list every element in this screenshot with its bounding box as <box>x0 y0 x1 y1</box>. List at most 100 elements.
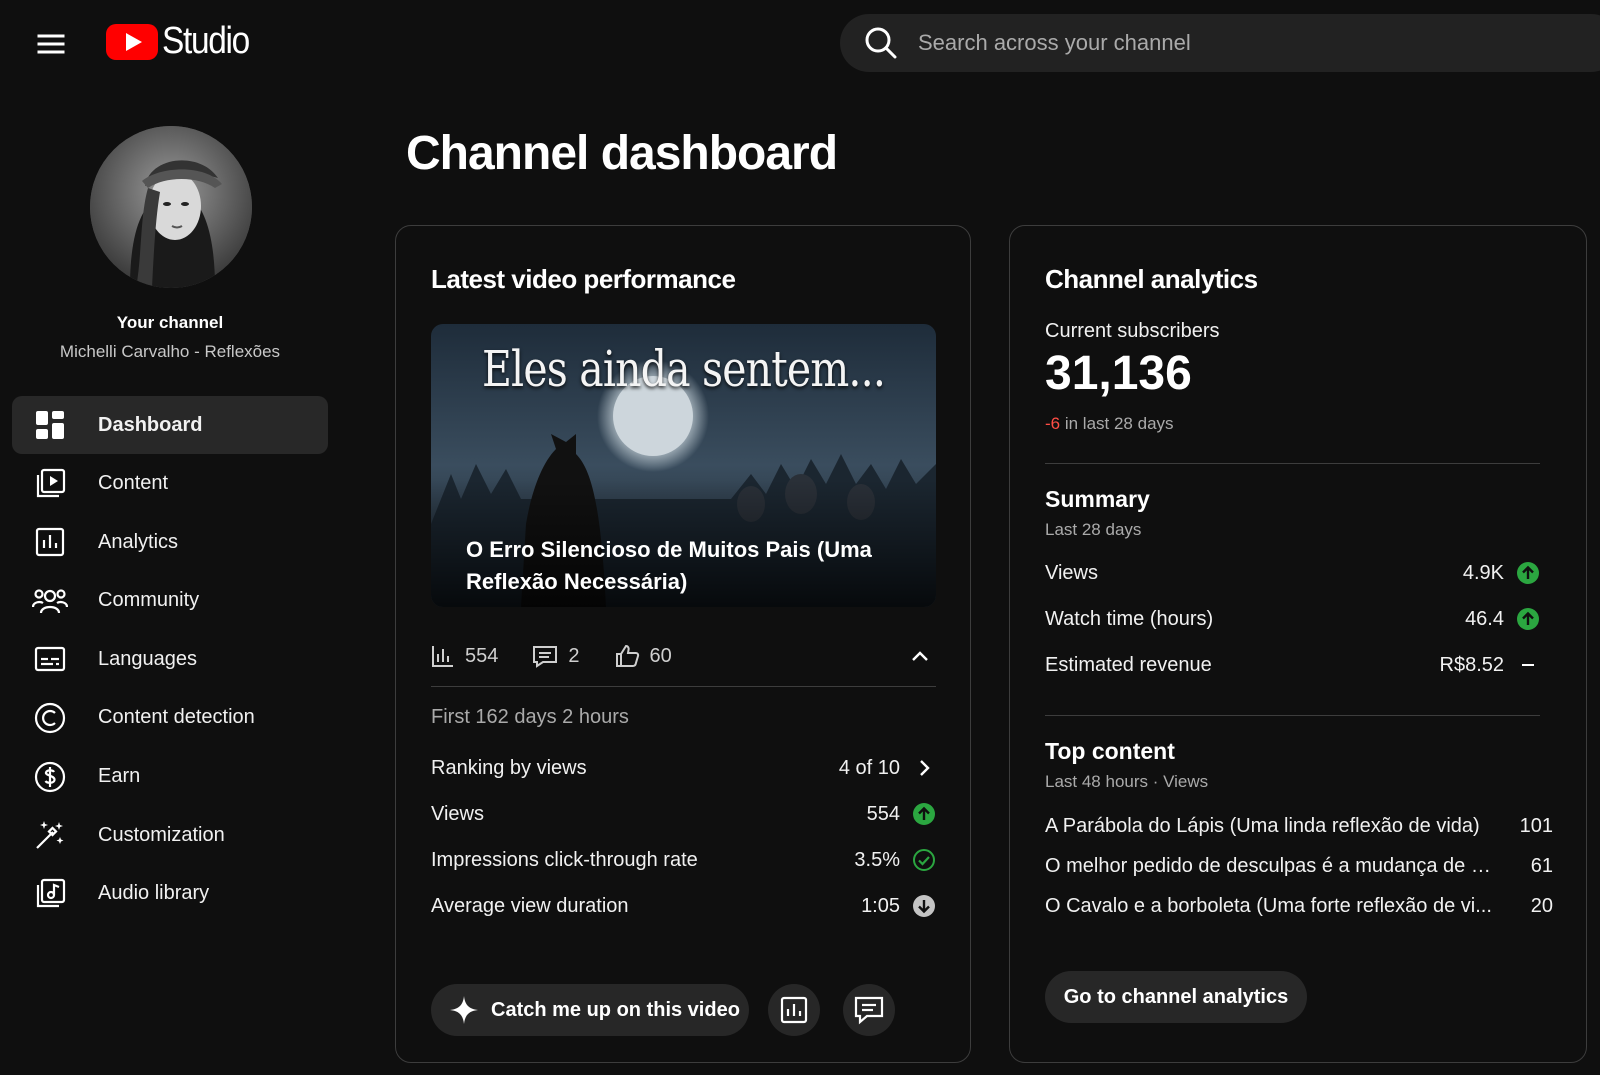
search-bar[interactable] <box>840 14 1600 72</box>
views-count: 554 <box>465 644 499 667</box>
summary-label: Views <box>1045 561 1098 584</box>
sidebar-item-languages[interactable]: Languages <box>12 630 328 688</box>
top-content-title-text: A Parábola do Lápis (Uma linda reflexão … <box>1045 814 1480 837</box>
video-comments-button[interactable] <box>843 984 895 1036</box>
summary-value: 4.9K <box>1462 561 1504 584</box>
sidebar-item-analytics[interactable]: Analytics <box>12 513 328 571</box>
card-title: Latest video performance <box>431 264 736 294</box>
thumbnail-text: Eles ainda sentem... <box>481 340 886 398</box>
go-to-channel-analytics-button[interactable]: Go to channel analytics <box>1045 971 1307 1023</box>
youtube-logo-icon <box>106 23 158 60</box>
comments-count: 2 <box>568 644 580 667</box>
metric-label: Ranking by views <box>431 756 587 779</box>
sidebar-nav: Dashboard Content Analytics Community La… <box>12 396 328 923</box>
metric-value: 3.5% <box>854 848 900 871</box>
arrow-down-gray-icon <box>912 894 936 918</box>
top-content-item[interactable]: O Cavalo e a borboleta (Uma forte reflex… <box>1045 891 1553 921</box>
search-icon <box>865 27 897 59</box>
sidebar-item-label: Content <box>98 472 169 495</box>
content-icon <box>30 464 70 504</box>
summary-watch-time: Watch time (hours) 46.4 <box>1045 604 1540 634</box>
go-button-label: Go to channel analytics <box>1063 985 1289 1008</box>
subscribers-change: -6 in last 28 days <box>1045 414 1174 434</box>
summary-label: Estimated revenue <box>1045 653 1212 676</box>
top-content-title-text: O melhor pedido de desculpas é a mudança… <box>1045 854 1495 877</box>
channel-name: Michelli Carvalho - Reflexões <box>59 342 281 361</box>
chevron-up-icon[interactable] <box>904 640 936 672</box>
arrow-up-green-icon <box>1516 607 1540 631</box>
analytics-icon <box>30 522 70 562</box>
top-content-item[interactable]: A Parábola do Lápis (Uma linda reflexão … <box>1045 811 1553 841</box>
sidebar-item-community[interactable]: Community <box>12 572 328 630</box>
sidebar-item-label: Customization <box>98 823 225 846</box>
sidebar-item-label: Content detection <box>98 706 255 729</box>
divider <box>431 686 936 687</box>
sidebar-item-label: Analytics <box>98 530 179 553</box>
sidebar-item-label: Dashboard <box>98 413 203 436</box>
top-content-title: Top content <box>1045 738 1175 764</box>
menu-icon[interactable] <box>30 24 70 64</box>
languages-icon <box>30 639 70 679</box>
views-stat[interactable]: 554 <box>431 644 498 668</box>
top-content-title-text: O Cavalo e a borboleta (Uma forte reflex… <box>1045 894 1492 917</box>
copyright-icon <box>30 698 70 738</box>
video-thumbnail[interactable]: Eles ainda sentem... O Erro Silencioso d… <box>431 324 936 607</box>
chevron-right-icon <box>912 756 936 780</box>
sidebar-item-label: Earn <box>98 765 141 788</box>
summary-value: R$8.52 <box>1439 653 1505 676</box>
sidebar-item-content[interactable]: Content <box>12 455 328 513</box>
top-content-period: Last 48 hours · Views <box>1045 772 1209 791</box>
top-content-item[interactable]: O melhor pedido de desculpas é a mudança… <box>1045 851 1553 881</box>
video-title: O Erro Silencioso de Muitos Pais (Uma Re… <box>466 537 872 594</box>
metric-label: Impressions click-through rate <box>431 848 698 871</box>
studio-logo[interactable]: Studio <box>106 20 261 63</box>
audio-library-icon <box>30 874 70 914</box>
summary-revenue: Estimated revenue R$8.52 <box>1045 650 1540 680</box>
metric-label: Views <box>431 802 484 825</box>
top-content-views: 101 <box>1519 814 1553 837</box>
comments-stat[interactable]: 2 <box>532 644 580 668</box>
video-analytics-button[interactable] <box>768 984 820 1036</box>
latest-video-card: Latest video performance Eles ainda sent… <box>395 225 971 1063</box>
likes-count: 60 <box>649 644 672 667</box>
summary-value: 46.4 <box>1465 607 1504 630</box>
sidebar-item-dashboard[interactable]: Dashboard <box>12 396 328 454</box>
dashboard-icon <box>30 405 70 445</box>
channel-title: Your channel <box>116 313 224 332</box>
summary-period: Last 28 days <box>1045 520 1142 539</box>
top-content-views: 61 <box>1530 854 1553 877</box>
top-content-views: 20 <box>1530 894 1553 917</box>
page-title: Channel dashboard <box>406 127 838 180</box>
metric-label: Average view duration <box>431 894 629 917</box>
metric-views: Views 554 <box>431 799 936 829</box>
avatar[interactable] <box>90 126 252 288</box>
metric-value: 1:05 <box>861 894 900 917</box>
arrow-up-green-icon <box>912 802 936 826</box>
comment-icon <box>533 646 558 668</box>
search-input[interactable] <box>916 29 1520 57</box>
thumbs-up-icon <box>615 644 639 667</box>
likes-stat[interactable]: 60 <box>614 643 672 669</box>
sidebar-item-audio-library[interactable]: Audio library <box>12 865 328 923</box>
summary-title: Summary <box>1045 486 1150 512</box>
subscribers-label: Current subscribers <box>1045 320 1220 342</box>
metric-value: 554 <box>866 802 900 825</box>
bar-chart-icon <box>432 646 453 667</box>
sidebar-item-label: Audio library <box>98 882 210 905</box>
sidebar-item-earn[interactable]: Earn <box>12 748 328 806</box>
arrow-up-green-icon <box>1516 561 1540 585</box>
metric-ranking[interactable]: Ranking by views 4 of 10 <box>431 753 936 783</box>
summary-label: Watch time (hours) <box>1045 607 1214 630</box>
comment-icon <box>854 996 884 1025</box>
logo-text: Studio <box>162 20 250 62</box>
summary-views: Views 4.9K <box>1045 558 1540 588</box>
dash-icon <box>1516 653 1540 677</box>
subscribers-change-suffix: in last 28 days <box>1060 414 1174 433</box>
community-icon <box>30 581 70 621</box>
video-stats: 554 2 60 <box>431 638 936 674</box>
catch-up-button[interactable]: Catch me up on this video <box>431 984 749 1036</box>
sidebar-item-content-detection[interactable]: Content detection <box>12 689 328 747</box>
card-title: Channel analytics <box>1045 264 1258 294</box>
sidebar-item-customization[interactable]: Customization <box>12 806 328 864</box>
catch-up-label: Catch me up on this video <box>491 998 740 1021</box>
